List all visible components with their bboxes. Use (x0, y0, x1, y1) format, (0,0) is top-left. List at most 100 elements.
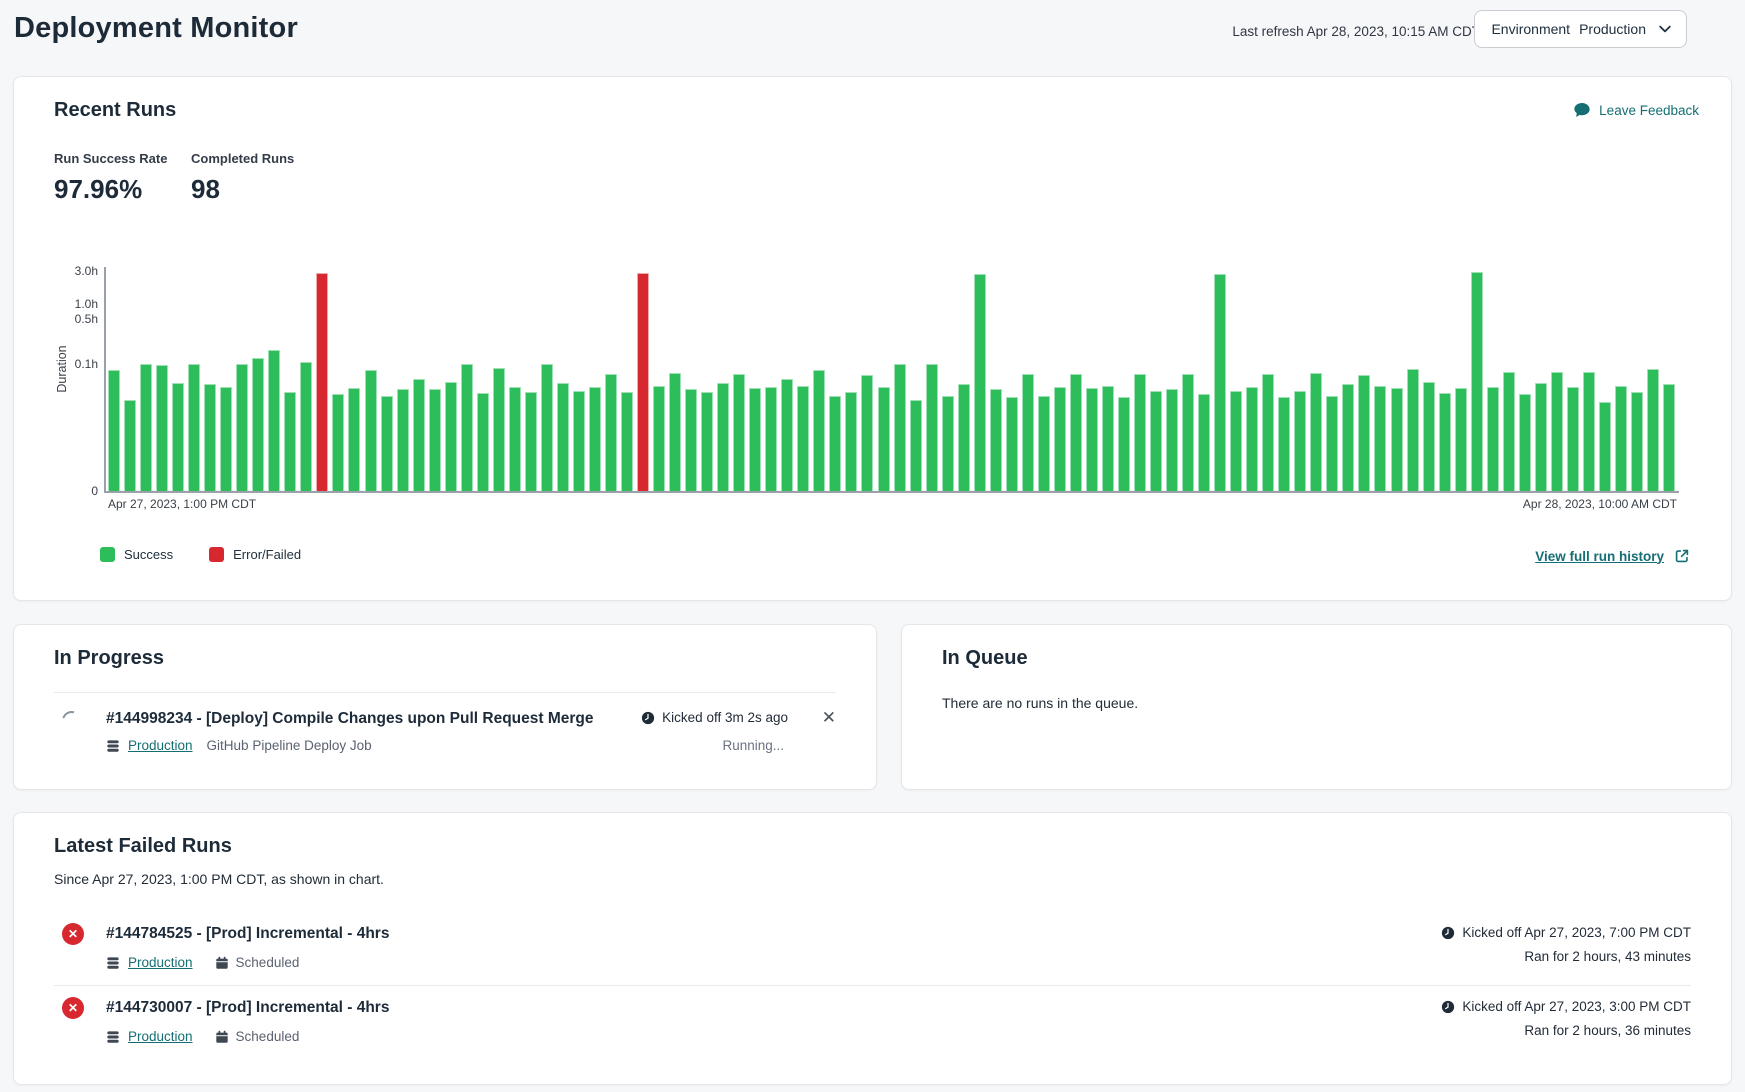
leave-feedback-link[interactable]: Leave Feedback (1573, 101, 1699, 119)
chart-bar-success[interactable] (1342, 384, 1354, 491)
chart-bar-success[interactable] (958, 384, 970, 491)
chart-bar-success[interactable] (1262, 374, 1274, 491)
chart-bar-success[interactable] (348, 388, 360, 491)
chart-bar-success[interactable] (1647, 369, 1659, 491)
chart-bar-success[interactable] (1631, 392, 1643, 491)
chart-bar-success[interactable] (156, 365, 168, 491)
chart-bar-success[interactable] (878, 387, 890, 491)
chart-bar-success[interactable] (1407, 369, 1419, 491)
chart-bar-failed[interactable] (637, 273, 649, 491)
chart-bar-success[interactable] (749, 388, 761, 491)
chart-bar-success[interactable] (1022, 374, 1034, 491)
chart-bar-success[interactable] (1423, 382, 1435, 491)
chart-bar-success[interactable] (942, 396, 954, 491)
chart-bar-success[interactable] (845, 392, 857, 491)
chart-bar-success[interactable] (140, 364, 152, 491)
chart-bar-success[interactable] (445, 382, 457, 491)
chart-bar-success[interactable] (477, 393, 489, 491)
chart-bar-success[interactable] (1439, 393, 1451, 491)
chart-bar-success[interactable] (220, 387, 232, 491)
chart-bar-success[interactable] (413, 379, 425, 491)
chart-bar-success[interactable] (910, 400, 922, 491)
chart-bar-success[interactable] (300, 362, 312, 491)
chart-bar-success[interactable] (1310, 373, 1322, 491)
chart-bar-success[interactable] (926, 364, 938, 491)
chart-bar-success[interactable] (829, 396, 841, 491)
chart-bar-success[interactable] (332, 394, 344, 491)
chart-bar-success[interactable] (1054, 387, 1066, 491)
chart-bar-success[interactable] (990, 389, 1002, 491)
chart-bar-success[interactable] (541, 364, 553, 491)
chart-bar-success[interactable] (653, 386, 665, 491)
chart-bar-success[interactable] (284, 392, 296, 491)
chart-bar-success[interactable] (172, 383, 184, 491)
chart-bar-failed[interactable] (316, 273, 328, 491)
chart-bar-success[interactable] (1503, 372, 1515, 491)
failed-run-environment-link[interactable]: Production (128, 955, 193, 970)
chart-bar-success[interactable] (1150, 391, 1162, 491)
chart-bar-success[interactable] (1118, 397, 1130, 491)
in-progress-environment-link[interactable]: Production (128, 738, 193, 753)
chart-bar-success[interactable] (1102, 386, 1114, 491)
chart-bar-success[interactable] (268, 350, 280, 491)
chart-bar-success[interactable] (733, 374, 745, 491)
chart-bar-success[interactable] (381, 396, 393, 491)
chart-bar-success[interactable] (781, 379, 793, 491)
chart-bar-success[interactable] (204, 384, 216, 491)
close-icon[interactable]: ✕ (822, 709, 836, 726)
chart-bar-success[interactable] (813, 370, 825, 491)
chart-bar-success[interactable] (1599, 402, 1611, 491)
chart-bar-success[interactable] (461, 364, 473, 491)
chart-bar-success[interactable] (429, 389, 441, 491)
chart-bar-success[interactable] (1230, 391, 1242, 491)
chart-bar-success[interactable] (573, 391, 585, 491)
chart-bar-success[interactable] (397, 389, 409, 491)
chart-bar-success[interactable] (509, 387, 521, 491)
chart-bar-success[interactable] (1086, 388, 1098, 491)
chart-bar-success[interactable] (1326, 396, 1338, 491)
chart-bar-success[interactable] (1471, 272, 1483, 491)
chart-bar-success[interactable] (701, 392, 713, 491)
chart-bar-success[interactable] (1198, 394, 1210, 491)
chart-bar-success[interactable] (894, 364, 906, 491)
chart-bar-success[interactable] (1246, 387, 1258, 491)
chart-bar-success[interactable] (525, 392, 537, 491)
chart-bar-success[interactable] (493, 368, 505, 491)
chart-bar-success[interactable] (557, 383, 569, 491)
chart-bar-success[interactable] (974, 274, 986, 491)
chart-bar-success[interactable] (621, 392, 633, 491)
chart-bar-success[interactable] (797, 386, 809, 491)
chart-bar-success[interactable] (685, 389, 697, 491)
chart-bar-success[interactable] (1294, 391, 1306, 491)
chart-bar-success[interactable] (1182, 374, 1194, 491)
chart-bar-success[interactable] (236, 364, 248, 491)
chart-bar-success[interactable] (1519, 394, 1531, 491)
chart-bar-success[interactable] (1583, 372, 1595, 491)
chart-bar-success[interactable] (589, 387, 601, 491)
environment-dropdown[interactable]: Environment Production (1474, 10, 1687, 48)
failed-run-environment-link[interactable]: Production (128, 1029, 193, 1044)
chart-bar-success[interactable] (1487, 387, 1499, 491)
chart-bar-success[interactable] (717, 383, 729, 491)
chart-bar-success[interactable] (108, 370, 120, 491)
chart-bar-success[interactable] (1006, 397, 1018, 491)
view-full-run-history-link[interactable]: View full run history (1535, 547, 1691, 565)
chart-bar-success[interactable] (1278, 397, 1290, 491)
chart-bar-success[interactable] (1358, 375, 1370, 491)
chart-bar-success[interactable] (1455, 388, 1467, 491)
chart-bar-success[interactable] (861, 375, 873, 491)
chart-bar-success[interactable] (1615, 386, 1627, 491)
chart-bar-success[interactable] (1391, 388, 1403, 491)
chart-bar-success[interactable] (1374, 386, 1386, 491)
chart-bar-success[interactable] (1134, 374, 1146, 491)
chart-bar-success[interactable] (605, 374, 617, 491)
chart-bar-success[interactable] (1567, 387, 1579, 491)
chart-bar-success[interactable] (669, 373, 681, 491)
chart-bar-success[interactable] (1214, 274, 1226, 491)
chart-bar-success[interactable] (1535, 383, 1547, 491)
chart-bar-success[interactable] (365, 370, 377, 491)
chart-bar-success[interactable] (1070, 374, 1082, 491)
chart-bar-success[interactable] (1663, 384, 1675, 491)
chart-bar-success[interactable] (1166, 389, 1178, 491)
chart-bar-success[interactable] (765, 387, 777, 491)
